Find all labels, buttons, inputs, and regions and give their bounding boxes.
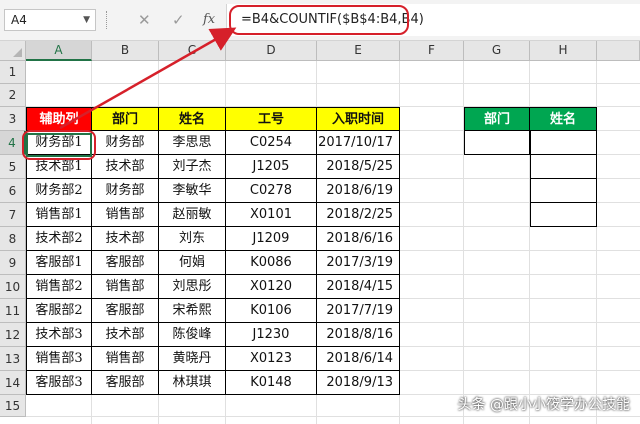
table-cell[interactable]: 技术部2 [26, 227, 92, 251]
table-cell[interactable]: 销售部 [92, 275, 159, 299]
table-cell[interactable]: 2018/9/13 [317, 371, 400, 395]
table-cell[interactable]: 2017/10/17 [317, 131, 400, 155]
table-cell[interactable]: 技术部3 [26, 323, 92, 347]
table-header-5: 入职时间 [317, 107, 400, 131]
table-cell[interactable]: 2018/5/25 [317, 155, 400, 179]
lookup-name-result[interactable] [530, 155, 597, 179]
table-cell[interactable]: 2017/3/19 [317, 251, 400, 275]
table-cell[interactable]: 财务部 [92, 131, 159, 155]
table-cell[interactable]: 客服部2 [26, 299, 92, 323]
table-cell[interactable]: 销售部3 [26, 347, 92, 371]
table-cell[interactable]: 2018/4/15 [317, 275, 400, 299]
table-cell[interactable]: 销售部 [92, 203, 159, 227]
active-cell-highlight-annotation [22, 130, 96, 160]
lookup-header-1: 部门 [464, 107, 530, 131]
table-cell[interactable]: 刘东 [159, 227, 226, 251]
table-cell[interactable]: X0123 [226, 347, 317, 371]
table-cell[interactable]: X0120 [226, 275, 317, 299]
watermark-text: 头条 @跟小小筱学办公技能 [457, 397, 630, 413]
table-cell[interactable]: C0278 [226, 179, 317, 203]
table-cell[interactable]: 客服部 [92, 251, 159, 275]
table-header-1: 辅助列 [26, 107, 92, 131]
table-cell[interactable]: 技术部 [92, 227, 159, 251]
table-cell[interactable]: J1205 [226, 155, 317, 179]
table-cell[interactable]: 赵丽敏 [159, 203, 226, 227]
table-cell[interactable]: 刘子杰 [159, 155, 226, 179]
table-cell[interactable]: 何娟 [159, 251, 226, 275]
table-cell[interactable]: 客服部 [92, 299, 159, 323]
table-cell[interactable]: 2018/6/14 [317, 347, 400, 371]
lookup-name-result[interactable] [530, 131, 597, 155]
table-header-4: 工号 [226, 107, 317, 131]
lookup-department-input[interactable] [464, 131, 530, 155]
table-cell[interactable]: 2018/6/16 [317, 227, 400, 251]
table-cell[interactable]: 销售部2 [26, 275, 92, 299]
table-cell[interactable]: 财务部 [92, 179, 159, 203]
table-cell[interactable]: 销售部1 [26, 203, 92, 227]
table-cell[interactable]: 2018/2/25 [317, 203, 400, 227]
table-cell[interactable]: K0086 [226, 251, 317, 275]
table-cell[interactable]: J1230 [226, 323, 317, 347]
table-cell[interactable]: 客服部3 [26, 371, 92, 395]
watermark: 头条 @跟小小筱学办公技能 [458, 394, 630, 414]
table-header-2: 部门 [92, 107, 159, 131]
table-cell[interactable]: 黄晓丹 [159, 347, 226, 371]
table-cell[interactable]: C0254 [226, 131, 317, 155]
table-cell[interactable]: 李思思 [159, 131, 226, 155]
table-cell[interactable]: X0101 [226, 203, 317, 227]
table-cell[interactable]: 李敏华 [159, 179, 226, 203]
table-cell[interactable]: 陈俊峰 [159, 323, 226, 347]
table-cell[interactable]: 林琪琪 [159, 371, 226, 395]
table-cell[interactable]: K0106 [226, 299, 317, 323]
table-cell[interactable]: 财务部2 [26, 179, 92, 203]
table-cell[interactable]: J1209 [226, 227, 317, 251]
table-cell[interactable]: 2017/7/19 [317, 299, 400, 323]
lookup-name-result[interactable] [530, 203, 597, 227]
table-cell[interactable]: 客服部1 [26, 251, 92, 275]
table-cell[interactable]: 技术部 [92, 155, 159, 179]
table-cell[interactable]: K0148 [226, 371, 317, 395]
lookup-header-2: 姓名 [530, 107, 597, 131]
table-cell[interactable]: 2018/8/16 [317, 323, 400, 347]
table-header-3: 姓名 [159, 107, 226, 131]
table-cell[interactable]: 刘思彤 [159, 275, 226, 299]
table-cell[interactable]: 宋希熙 [159, 299, 226, 323]
table-cell[interactable]: 销售部 [92, 347, 159, 371]
table-cell[interactable]: 技术部 [92, 323, 159, 347]
table-cell[interactable]: 2018/6/19 [317, 179, 400, 203]
table-cell[interactable]: 客服部 [92, 371, 159, 395]
lookup-name-result[interactable] [530, 179, 597, 203]
